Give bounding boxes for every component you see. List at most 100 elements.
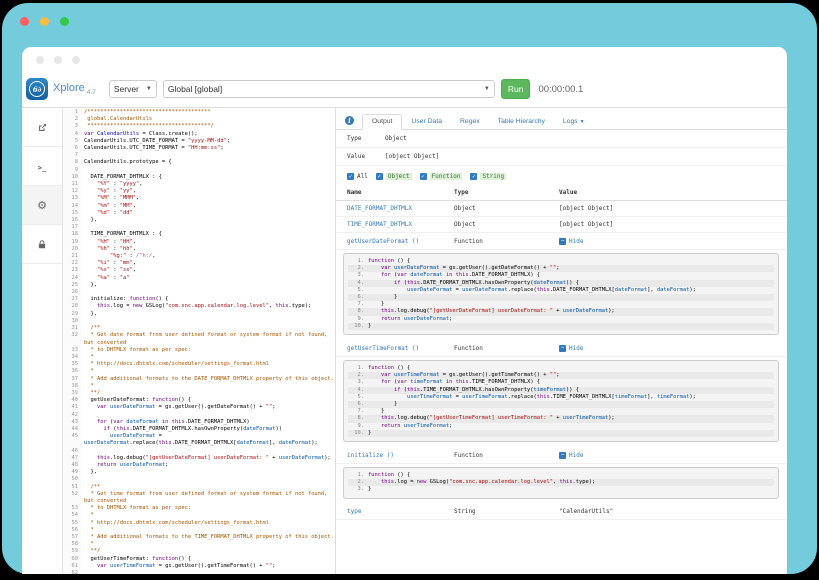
browser-mockup-frame: 6∂ Xplore4.7 Server▼ Global [global]▼ Ru… xyxy=(2,3,817,574)
line-number: 1. xyxy=(348,258,368,265)
hide-code-link[interactable]: −Hide xyxy=(559,345,583,352)
table-header-row: NameTypeValue xyxy=(336,185,787,201)
editor-line: 7 xyxy=(63,152,335,159)
code-line: 6. } xyxy=(348,294,774,301)
line-number: 56 xyxy=(63,527,81,534)
filter-function[interactable]: ✓Function xyxy=(420,173,463,180)
property-table: NameTypeValueDATE_FORMAT_DHTMLXObject[ob… xyxy=(336,185,787,520)
output-tabbar: i OutputUser DataRegexTable HierarchyLog… xyxy=(336,108,787,130)
line-number: 47 xyxy=(63,455,81,462)
line-number: 58 xyxy=(63,541,81,548)
editor-line: 46 xyxy=(63,448,335,455)
checkbox-checked-icon[interactable]: ✓ xyxy=(376,173,383,180)
scope-select[interactable]: Server▼ xyxy=(109,80,157,98)
filter-string[interactable]: ✓String xyxy=(470,173,506,180)
open-new-window-button[interactable] xyxy=(22,108,62,147)
property-name-link[interactable]: type xyxy=(347,508,454,515)
line-number: 21 xyxy=(63,253,81,260)
lock-icon xyxy=(37,239,47,250)
code-line: 6. } xyxy=(348,401,774,408)
code-editor[interactable]: 1/**************************************… xyxy=(63,108,335,574)
summary-value: [object Object] xyxy=(385,153,439,160)
line-number: 37 xyxy=(63,376,81,383)
line-number: 50 xyxy=(63,476,81,483)
line-number: 19 xyxy=(63,239,81,246)
run-timer: 00:00:00.1 xyxy=(538,84,583,95)
editor-line: 15 "%d" : "dd" xyxy=(63,210,335,217)
editor-line: 17 xyxy=(63,224,335,231)
column-header: Name xyxy=(347,189,454,196)
summary-value: Object xyxy=(385,135,407,142)
function-source-block: 1.function () {2. var userTimeFormat = g… xyxy=(343,360,779,442)
target-scope-select[interactable]: Global [global]▼ xyxy=(163,80,495,98)
code-line: 4. if (this.DATE_FORMAT_DHTMLX.hasOwnPro… xyxy=(348,280,774,287)
line-number: 25 xyxy=(63,282,81,289)
code-line: 2. var userTimeFormat = gs.getUser().get… xyxy=(348,372,774,379)
minimize-light-icon xyxy=(40,17,49,26)
line-number: 3 xyxy=(63,123,81,130)
code-line: 7. } xyxy=(348,408,774,415)
property-name-link[interactable]: DATE_FORMAT_DHTMLX xyxy=(347,205,454,212)
line-number: 3. xyxy=(348,379,368,386)
code-editor-lines: 1/**************************************… xyxy=(63,109,335,574)
summary-row: TypeObject xyxy=(336,130,787,148)
line-number: 5 xyxy=(63,138,81,145)
collapse-icon: − xyxy=(559,238,566,245)
code-line: 1.function () { xyxy=(348,365,774,372)
line-number: 10 xyxy=(63,174,81,181)
tab-table-hierarchy[interactable]: Table Hierarchy xyxy=(489,115,554,129)
function-source-block: 1.function () {2. this.log = new GSLog("… xyxy=(343,467,779,499)
table-row: getUserTimeFormat ()Function−Hide xyxy=(336,340,787,357)
line-number: 3. xyxy=(348,272,368,279)
property-name-link[interactable]: getUserDateFormat () xyxy=(347,238,454,245)
line-number: 8 xyxy=(63,159,81,166)
line-number: 35 xyxy=(63,361,81,368)
line-number: 12 xyxy=(63,188,81,195)
lock-button[interactable] xyxy=(22,225,62,264)
hide-code-link[interactable]: −Hide xyxy=(559,452,583,459)
line-number: 59 xyxy=(63,548,81,555)
editor-line: 41 var userDateFormat = gs.getUser().get… xyxy=(63,404,335,411)
line-number: 53 xyxy=(63,505,81,512)
line-number: 14 xyxy=(63,203,81,210)
tab-regex[interactable]: Regex xyxy=(451,115,489,129)
table-row: TIME_FORMAT_DHTMLXObject[object Object] xyxy=(336,217,787,233)
info-icon[interactable]: i xyxy=(345,116,354,125)
property-type: Object xyxy=(454,221,559,228)
filter-label: String xyxy=(480,173,506,180)
line-number: 57 xyxy=(63,534,81,541)
code-line: 3.} xyxy=(348,486,774,493)
line-number: 20 xyxy=(63,246,81,253)
editor-line: 11 "%Y" : "yyyy", xyxy=(63,181,335,188)
line-number: 31 xyxy=(63,325,81,332)
property-name-link[interactable]: initialize () xyxy=(347,452,454,459)
checkbox-checked-icon[interactable]: ✓ xyxy=(420,173,427,180)
property-name-link[interactable]: TIME_FORMAT_DHTMLX xyxy=(347,221,454,228)
line-number: 28 xyxy=(63,303,81,310)
editor-line: 52 * Get time format from user defined f… xyxy=(63,491,335,505)
code-line: 1.function () { xyxy=(348,472,774,479)
tab-user-data[interactable]: User Data xyxy=(402,115,451,129)
line-number: 6. xyxy=(348,294,368,301)
checkbox-checked-icon[interactable]: ✓ xyxy=(347,173,354,180)
tab-output[interactable]: Output xyxy=(362,114,402,130)
gear-button[interactable]: ⚙ xyxy=(22,186,62,225)
property-value: "CalendarUtils" xyxy=(559,508,787,515)
editor-line: 3 **************************************… xyxy=(63,123,335,130)
hide-code-link[interactable]: −Hide xyxy=(559,238,583,245)
filter-object[interactable]: ✓Object xyxy=(376,173,412,180)
filter-all[interactable]: ✓All xyxy=(347,173,368,180)
line-number: 4. xyxy=(348,280,368,287)
terminal-button[interactable]: >_ xyxy=(22,147,62,186)
editor-line: 38 * xyxy=(63,383,335,390)
line-number: 46 xyxy=(63,448,81,455)
checkbox-checked-icon[interactable]: ✓ xyxy=(470,173,477,180)
property-name-link[interactable]: getUserTimeFormat () xyxy=(347,345,454,352)
tab-logs[interactable]: Logs▼ xyxy=(554,115,594,129)
line-number: 2. xyxy=(348,265,368,272)
line-number: 39 xyxy=(63,390,81,397)
run-button[interactable]: Run xyxy=(501,79,531,99)
code-line: 5. userDateFormat = userDateFormat.repla… xyxy=(348,287,774,294)
line-number: 42 xyxy=(63,412,81,419)
code-line: 7. } xyxy=(348,301,774,308)
